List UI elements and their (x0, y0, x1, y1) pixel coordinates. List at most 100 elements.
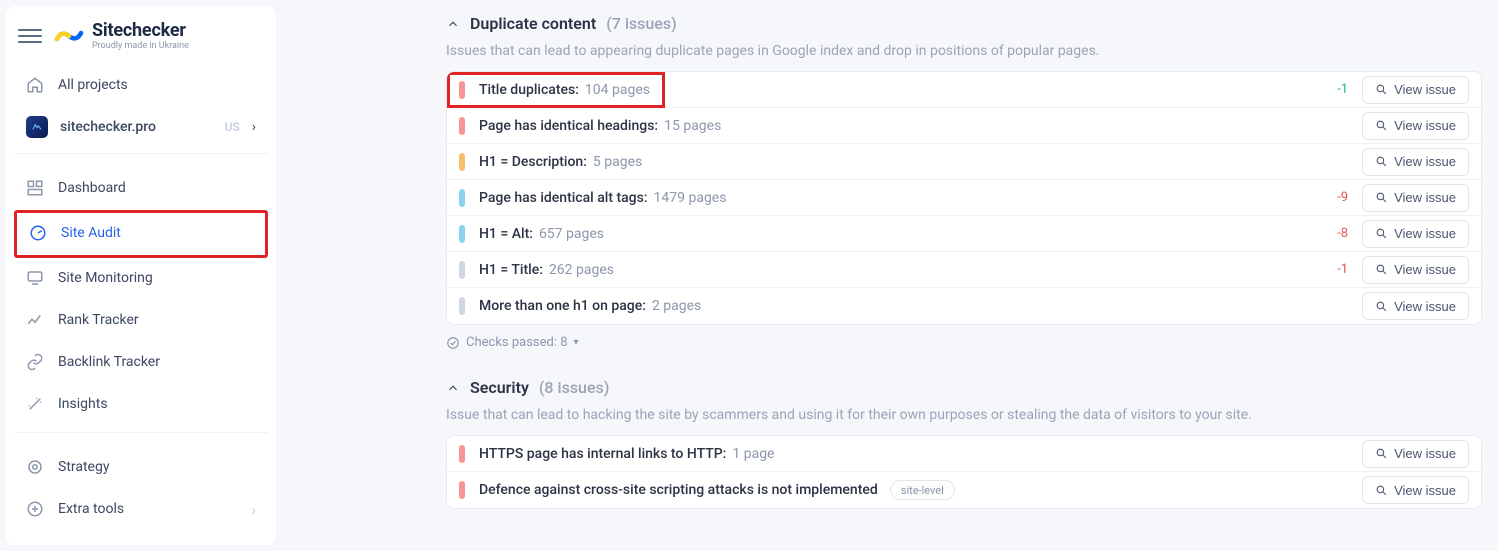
sidebar-all-projects[interactable]: All projects (14, 65, 268, 105)
severity-pill-icon (459, 117, 465, 135)
issue-delta: -9 (1337, 190, 1348, 205)
section-desc: Issues that can lead to appearing duplic… (446, 43, 1482, 59)
brand-sub: Proudly made in Ukraine (92, 41, 189, 51)
severity-pill-icon (459, 153, 465, 171)
target-icon (26, 458, 44, 476)
highlight-box: Site Audit (14, 210, 268, 258)
issue-label: H1 = Title: (479, 262, 543, 278)
view-issue-button[interactable]: View issue (1362, 184, 1469, 212)
issue-label: More than one h1 on page: (479, 298, 646, 314)
severity-pill-icon (459, 297, 465, 315)
severity-pill-icon (459, 81, 465, 99)
issue-count: 262 pages (549, 262, 614, 278)
issue-row[interactable]: Defence against cross-site scripting att… (447, 472, 1481, 508)
issue-row[interactable]: Page has identical headings: 15 pages Vie… (447, 108, 1481, 144)
sidebar-item-label: Rank Tracker (58, 312, 256, 328)
view-issue-label: View issue (1394, 262, 1456, 277)
monitor-icon (26, 269, 44, 287)
dashboard-icon (26, 179, 44, 197)
view-issue-label: View issue (1394, 226, 1456, 241)
issue-delta: -1 (1337, 82, 1348, 97)
sidebar-item-dashboard[interactable]: Dashboard (14, 168, 268, 208)
issue-row[interactable]: H1 = Alt: 657 pages -8 View issue (447, 216, 1481, 252)
issue-count: 104 pages (585, 82, 650, 98)
view-issue-button[interactable]: View issue (1362, 148, 1469, 176)
brand-logo-icon (54, 25, 84, 47)
sidebar-item-site-monitoring[interactable]: Site Monitoring (14, 258, 268, 298)
view-issue-button[interactable]: View issue (1362, 112, 1469, 140)
issue-count: 5 pages (593, 154, 642, 170)
issue-row[interactable]: H1 = Title: 262 pages -1 View issue (447, 252, 1481, 288)
plus-circle-icon (26, 500, 44, 518)
project-region-badge: US (225, 120, 240, 134)
brand-name: Sitechecker (92, 20, 189, 41)
issue-row[interactable]: H1 = Description: 5 pagesView issue (447, 144, 1481, 180)
brand[interactable]: Sitechecker Proudly made in Ukraine (54, 20, 189, 51)
issue-count: 15 pages (664, 118, 721, 134)
view-issue-button[interactable]: View issue (1362, 440, 1469, 468)
chevron-right-icon: › (251, 500, 256, 519)
issue-label: Page has identical headings: (479, 118, 658, 134)
view-issue-label: View issue (1394, 190, 1456, 205)
view-issue-button[interactable]: View issue (1362, 220, 1469, 248)
section-desc: Issue that can lead to hacking the site … (446, 407, 1482, 423)
sidebar-item-label: Extra tools (58, 501, 237, 517)
severity-pill-icon (459, 189, 465, 207)
view-issue-button[interactable]: View issue (1362, 292, 1469, 320)
view-issue-label: View issue (1394, 446, 1456, 461)
section-header[interactable]: Security (8 issues) (446, 378, 1482, 397)
issue-count: 657 pages (539, 226, 604, 242)
view-issue-label: View issue (1394, 154, 1456, 169)
sidebar-item-strategy[interactable]: Strategy (14, 447, 268, 487)
menu-toggle-icon[interactable] (18, 24, 42, 48)
sidebar-item-label: Site Audit (61, 225, 253, 241)
divider (14, 432, 268, 433)
issue-label: H1 = Alt: (479, 226, 533, 242)
sidebar-item-label: Strategy (58, 459, 256, 475)
main-content: Duplicate content (7 issues) Issues that … (276, 0, 1498, 551)
gauge-icon (29, 224, 47, 242)
severity-pill-icon (459, 261, 465, 279)
sidebar: Sitechecker Proudly made in Ukraine All … (6, 6, 276, 545)
issue-section: Duplicate content (7 issues) Issues that … (446, 14, 1482, 350)
view-issue-button[interactable]: View issue (1362, 256, 1469, 284)
issue-label: Page has identical alt tags: (479, 190, 648, 206)
issue-list: HTTPS page has internal links to HTTP: 1… (446, 435, 1482, 509)
sidebar-item-label: All projects (58, 77, 256, 93)
sidebar-item-label: Dashboard (58, 180, 256, 196)
checks-passed-label: Checks passed: 8 (466, 335, 568, 350)
sidebar-item-label: Backlink Tracker (58, 354, 256, 370)
issue-badge: site-level (890, 480, 955, 500)
section-header[interactable]: Duplicate content (7 issues) (446, 14, 1482, 33)
sidebar-item-rank-tracker[interactable]: Rank Tracker (14, 300, 268, 340)
severity-pill-icon (459, 225, 465, 243)
sidebar-item-label: Site Monitoring (58, 270, 256, 286)
sidebar-item-backlink-tracker[interactable]: Backlink Tracker (14, 342, 268, 382)
issue-row[interactable]: HTTPS page has internal links to HTTP: 1… (447, 436, 1481, 472)
issue-delta: -8 (1337, 226, 1348, 241)
view-issue-button[interactable]: View issue (1362, 476, 1469, 504)
sidebar-project[interactable]: sitechecker.pro US › (14, 107, 268, 147)
sidebar-item-site-audit[interactable]: Site Audit (17, 213, 265, 253)
sidebar-item-insights[interactable]: Insights (14, 384, 268, 424)
issue-row[interactable]: Page has identical alt tags: 1479 pages-… (447, 180, 1481, 216)
view-issue-label: View issue (1394, 82, 1456, 97)
checks-passed[interactable]: Checks passed: 8 ▾ (446, 335, 1482, 350)
section-title: Duplicate content (470, 14, 596, 33)
section-count: (8 issues) (539, 378, 609, 397)
section-count: (7 issues) (606, 14, 676, 33)
issue-count: 1 page (732, 446, 774, 462)
severity-pill-icon (459, 481, 465, 499)
view-issue-label: View issue (1394, 118, 1456, 133)
issue-row[interactable]: More than one h1 on page: 2 pages View is… (447, 288, 1481, 324)
view-issue-button[interactable]: View issue (1362, 76, 1469, 104)
issue-label: HTTPS page has internal links to HTTP: (479, 446, 726, 462)
sidebar-item-extra-tools[interactable]: Extra tools › (14, 489, 268, 529)
sidebar-item-label: Insights (58, 396, 256, 412)
sidebar-top: Sitechecker Proudly made in Ukraine (6, 14, 276, 57)
chevron-down-icon: ▾ (574, 337, 579, 348)
issue-count: 2 pages (652, 298, 701, 314)
issue-delta: -1 (1337, 262, 1348, 277)
issue-label: Title duplicates: (479, 82, 579, 98)
issue-row[interactable]: Title duplicates: 104 pages -1 View issue (447, 72, 1481, 108)
